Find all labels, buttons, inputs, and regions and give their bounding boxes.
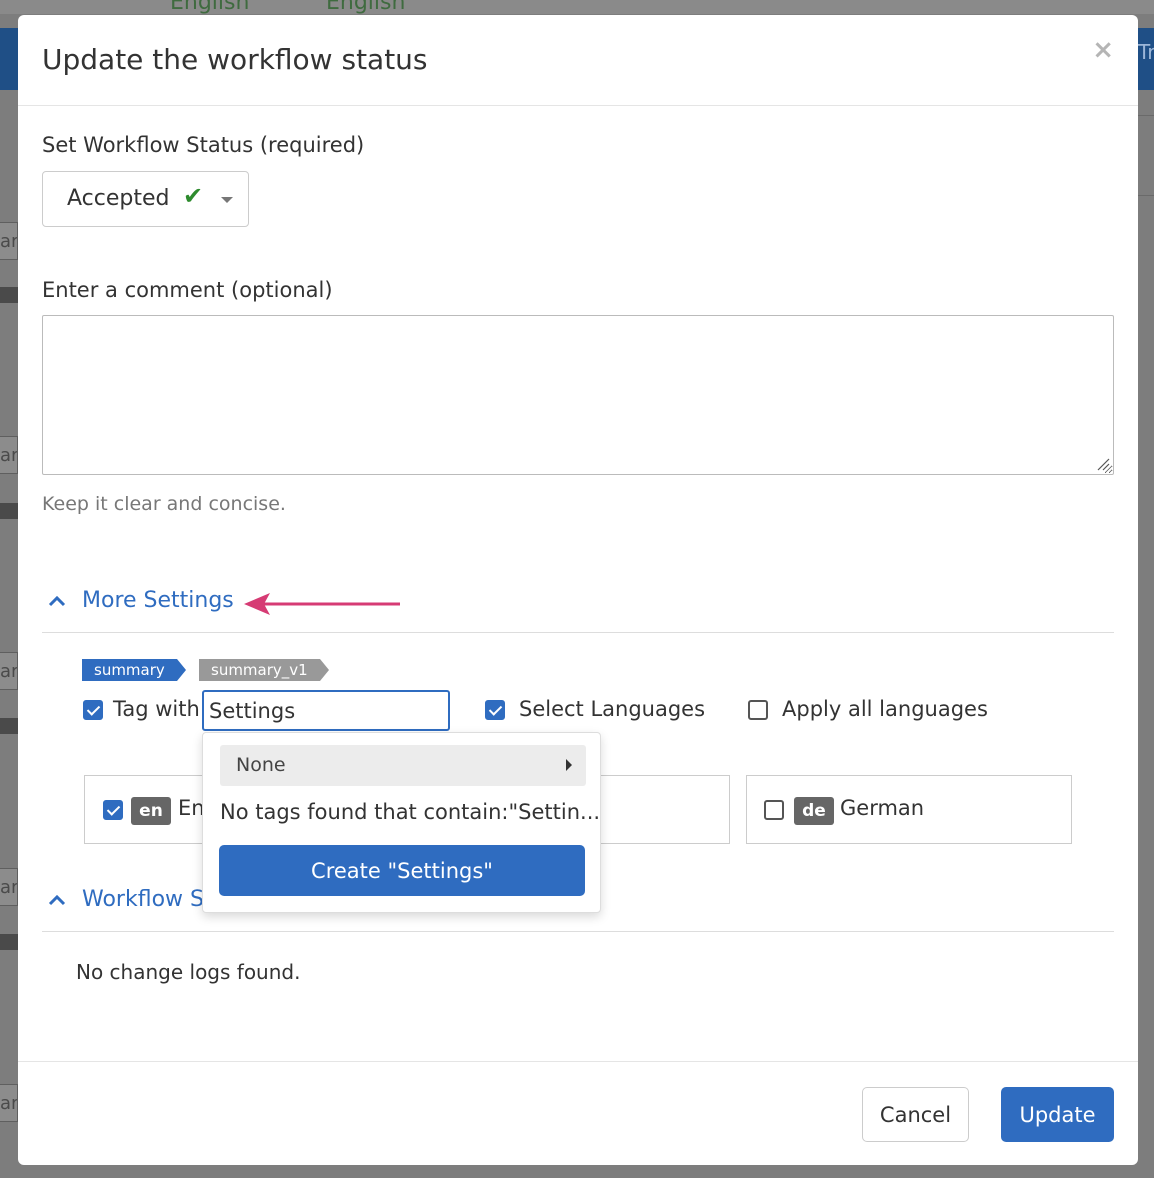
- chevron-up-icon: [48, 890, 72, 911]
- select-languages-checkbox[interactable]: [485, 700, 505, 720]
- language-name: En: [178, 796, 205, 820]
- status-label: Set Workflow Status (required): [42, 133, 365, 157]
- status-value: Accepted: [67, 186, 170, 211]
- background-divider: [1138, 195, 1154, 196]
- background-field-stub: ary: [0, 868, 18, 906]
- dropdown-option-none[interactable]: None: [220, 745, 586, 786]
- chevron-up-icon: [48, 591, 72, 612]
- modal-footer: Cancel Update: [18, 1061, 1138, 1165]
- workflow-status-modal: Update the workflow status × Set Workflo…: [18, 15, 1138, 1165]
- background-language-text: English: [170, 0, 250, 15]
- language-en-checkbox[interactable]: [103, 800, 123, 820]
- workflow-log-label: Workflow St: [82, 887, 213, 912]
- close-icon[interactable]: ×: [1092, 35, 1114, 65]
- background-bar-stub: [0, 718, 18, 734]
- background-field-stub: ary: [0, 222, 18, 260]
- tag-with-label: Tag with: [113, 697, 200, 721]
- create-tag-button[interactable]: Create "Settings": [219, 845, 585, 896]
- comment-textarea[interactable]: [42, 315, 1114, 475]
- comment-label: Enter a comment (optional): [42, 278, 333, 302]
- background-right-text: Tra: [1138, 40, 1154, 64]
- workflow-log-toggle[interactable]: Workflow St: [42, 887, 213, 912]
- background-bar-stub: [0, 934, 18, 950]
- checkmark-icon: ✔: [183, 182, 204, 210]
- background-bar-stub: [0, 503, 18, 519]
- resize-grip-icon[interactable]: [1096, 457, 1110, 471]
- comment-help-text: Keep it clear and concise.: [42, 493, 286, 515]
- language-de-checkbox[interactable]: [764, 800, 784, 820]
- background-bar-stub: [0, 287, 18, 303]
- dropdown-option-label: None: [236, 754, 286, 776]
- update-button[interactable]: Update: [1001, 1087, 1114, 1142]
- language-name: German: [840, 796, 925, 820]
- apply-all-languages-checkbox[interactable]: [748, 700, 768, 720]
- section-divider: [42, 931, 1114, 932]
- no-tags-found-message: No tags found that contain:"Settin...: [220, 800, 601, 824]
- workflow-status-select[interactable]: Accepted ✔: [42, 171, 249, 227]
- background-toolbar: English English: [0, 0, 1154, 15]
- annotation-arrow-icon: [244, 593, 400, 615]
- modal-header: Update the workflow status ×: [18, 15, 1138, 106]
- caret-right-icon: [566, 759, 572, 771]
- section-divider: [42, 632, 1114, 633]
- change-logs-empty-text: No change logs found.: [76, 960, 301, 984]
- background-field-stub: ary: [0, 652, 18, 690]
- background-field-stub: ary: [0, 436, 18, 474]
- background-field-stub: ary: [0, 1084, 18, 1122]
- select-languages-label: Select Languages: [519, 697, 706, 721]
- background-language-text-2: English: [326, 0, 406, 15]
- tag-suggestions-dropdown: None No tags found that contain:"Settin.…: [202, 732, 601, 913]
- language-code-badge: en: [131, 797, 171, 825]
- caret-down-icon: [221, 197, 233, 203]
- tag-with-checkbox[interactable]: [83, 700, 103, 720]
- background-divider: [1138, 115, 1154, 116]
- apply-all-languages-label: Apply all languages: [782, 697, 988, 721]
- more-settings-toggle[interactable]: More Settings: [42, 588, 234, 613]
- language-code-badge: de: [794, 797, 834, 825]
- breadcrumb-tag-version[interactable]: summary_v1: [199, 659, 329, 681]
- breadcrumb-tag-current[interactable]: summary: [82, 659, 186, 681]
- cancel-button[interactable]: Cancel: [862, 1087, 969, 1142]
- tag-name-input[interactable]: [202, 690, 450, 731]
- modal-title: Update the workflow status: [42, 43, 428, 76]
- more-settings-label: More Settings: [82, 588, 234, 613]
